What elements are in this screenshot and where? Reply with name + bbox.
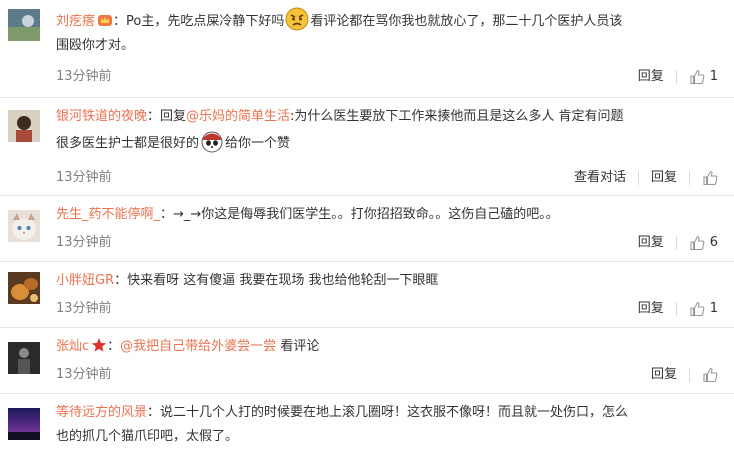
- reply-button[interactable]: 回复: [651, 168, 677, 188]
- comment-actions: 查看对话 回复: [574, 168, 718, 188]
- timestamp: 13分钟前: [56, 235, 112, 250]
- thumbs-up-icon: [690, 301, 705, 317]
- comment-text: :为什么医生要放下工作来揍他而且是这么多人 肯定有问题: [290, 109, 624, 124]
- comment-text: 看评论都在骂你我也就放心了，那二十几个医护人员该: [310, 14, 623, 29]
- comment-list: 刘疙瘩 ：Po主，先吃点屎冷静下好吗 看评论都在骂你我也就放心了，那二十几个医护人员…: [0, 0, 734, 457]
- thumbs-up-icon: [703, 367, 718, 383]
- comment-actions: 回复 6: [638, 233, 718, 253]
- comment-text: ：回复: [147, 109, 187, 124]
- avatar[interactable]: [8, 210, 40, 242]
- avatar[interactable]: [8, 342, 40, 374]
- like-button[interactable]: 1: [689, 67, 718, 87]
- comment-meta: 13分钟前 回复 1: [56, 299, 718, 319]
- comment-text: ：Po主，先吃点屎冷静下好吗: [113, 14, 285, 29]
- thumbs-up-icon: [690, 235, 705, 251]
- comment-body: 刘疙瘩 ：Po主，先吃点屎冷静下好吗 看评论都在骂你我也就放心了，那二十几个医护人员…: [56, 7, 718, 58]
- timestamp: 13分钟前: [56, 367, 112, 382]
- like-count: 1: [709, 69, 718, 84]
- divider: [637, 171, 639, 185]
- divider: [675, 70, 677, 84]
- reply-button[interactable]: 回复: [638, 67, 664, 87]
- comment-item: 等待远方的风景：说二十几个人打的时候要在地上滚几圈呀！这衣服不像呀！而且就一处伤…: [0, 394, 734, 457]
- comment-body: 等待远方的风景：说二十几个人打的时候要在地上滚几圈呀！这衣服不像呀！而且就一处伤…: [56, 401, 718, 449]
- comment-actions: 回复 1: [638, 67, 718, 87]
- divider: [675, 302, 677, 316]
- comment-text: ：: [107, 339, 121, 354]
- comment-meta: 13分钟前 回复 1: [56, 67, 718, 87]
- timestamp: 13分钟前: [56, 170, 112, 185]
- reply-button[interactable]: 回复: [638, 299, 664, 319]
- comment-text: 很多医生护士都是很好的: [56, 136, 200, 151]
- mention-link[interactable]: @乐妈的简单生活: [186, 109, 290, 124]
- comment-body: 银河铁道的夜晚：回复@乐妈的简单生活:为什么医生要放下工作来揍他而且是这么多人 …: [56, 105, 718, 156]
- timestamp: 13分钟前: [56, 301, 112, 316]
- comment-item: 刘疙瘩 ：Po主，先吃点屎冷静下好吗 看评论都在骂你我也就放心了，那二十几个医护人员…: [0, 0, 734, 98]
- angry-emoji-icon: [285, 7, 309, 31]
- divider: [675, 236, 677, 250]
- like-button[interactable]: 6: [689, 233, 718, 253]
- vip-crown-icon[interactable]: [97, 12, 113, 28]
- comment-meta: 13分钟前 回复: [56, 365, 718, 385]
- comment-text: 围殴你才对。: [56, 38, 135, 53]
- thumbs-up-icon: [690, 69, 705, 85]
- comment-text: 也的抓几个猫爪印吧，太假了。: [56, 429, 239, 444]
- username-link[interactable]: 小胖妞GR: [56, 273, 114, 288]
- username-link[interactable]: 银河铁道的夜晚: [56, 109, 147, 124]
- avatar[interactable]: [8, 408, 40, 440]
- view-conversation-link[interactable]: 查看对话: [574, 168, 626, 188]
- comment-actions: 回复: [651, 365, 718, 385]
- comment-actions: 回复 1: [638, 299, 718, 319]
- comment-body: 张灿c ：@我把自己带给外婆尝一尝 看评论: [56, 335, 718, 359]
- username-link[interactable]: 刘疙瘩: [56, 14, 95, 29]
- comment-item: 张灿c ：@我把自己带给外婆尝一尝 看评论 13分钟前 回复: [0, 328, 734, 394]
- like-button[interactable]: [702, 170, 718, 186]
- comment-text: ：说二十几个人打的时候要在地上滚几圈呀！这衣服不像呀！而且就一处伤口，怎么: [147, 405, 629, 420]
- comment-text: 给你一个赞: [225, 136, 291, 151]
- comment-meta: 13分钟前 回复 6: [56, 233, 718, 253]
- username-link[interactable]: 张灿c: [56, 339, 89, 354]
- avatar[interactable]: [8, 110, 40, 142]
- divider: [689, 368, 690, 382]
- comment-body: 先生_药不能停啊_：→_→你这是侮辱我们医学生。。打你招招致命。。这伤自己磕的吧…: [56, 203, 718, 227]
- star-badge-icon[interactable]: [91, 337, 107, 353]
- avatar[interactable]: [8, 272, 40, 304]
- like-count: 6: [709, 235, 718, 250]
- avatar[interactable]: [8, 9, 40, 41]
- like-button[interactable]: [702, 367, 718, 383]
- panda-emoji-icon: [200, 129, 224, 153]
- like-count: 1: [709, 301, 718, 316]
- comment-text: 看评论: [276, 339, 320, 354]
- mention-link[interactable]: @我把自己带给外婆尝一尝: [120, 339, 276, 354]
- comment-item: 小胖妞GR：快来看呀 这有傻逼 我要在现场 我也给他轮刮一下眼眶 13分钟前 回…: [0, 262, 734, 328]
- username-link[interactable]: 等待远方的风景: [56, 405, 147, 420]
- comment-item: 先生_药不能停啊_：→_→你这是侮辱我们医学生。。打你招招致命。。这伤自己磕的吧…: [0, 196, 734, 262]
- reply-button[interactable]: 回复: [651, 365, 677, 385]
- timestamp: 13分钟前: [56, 69, 112, 84]
- comment-item: 银河铁道的夜晚：回复@乐妈的简单生活:为什么医生要放下工作来揍他而且是这么多人 …: [0, 98, 734, 196]
- username-link[interactable]: 先生_药不能停啊_: [56, 207, 160, 222]
- like-button[interactable]: 1: [689, 299, 718, 319]
- thumbs-up-icon: [703, 170, 718, 186]
- divider: [689, 171, 690, 185]
- comment-text: ：→_→你这是侮辱我们医学生。。打你招招致命。。这伤自己磕的吧。。: [160, 207, 559, 222]
- comment-body: 小胖妞GR：快来看呀 这有傻逼 我要在现场 我也给他轮刮一下眼眶: [56, 269, 718, 293]
- reply-button[interactable]: 回复: [638, 233, 664, 253]
- comment-text: ：快来看呀 这有傻逼 我要在现场 我也给他轮刮一下眼眶: [114, 273, 439, 288]
- comment-meta: 13分钟前 查看对话 回复: [56, 168, 718, 188]
